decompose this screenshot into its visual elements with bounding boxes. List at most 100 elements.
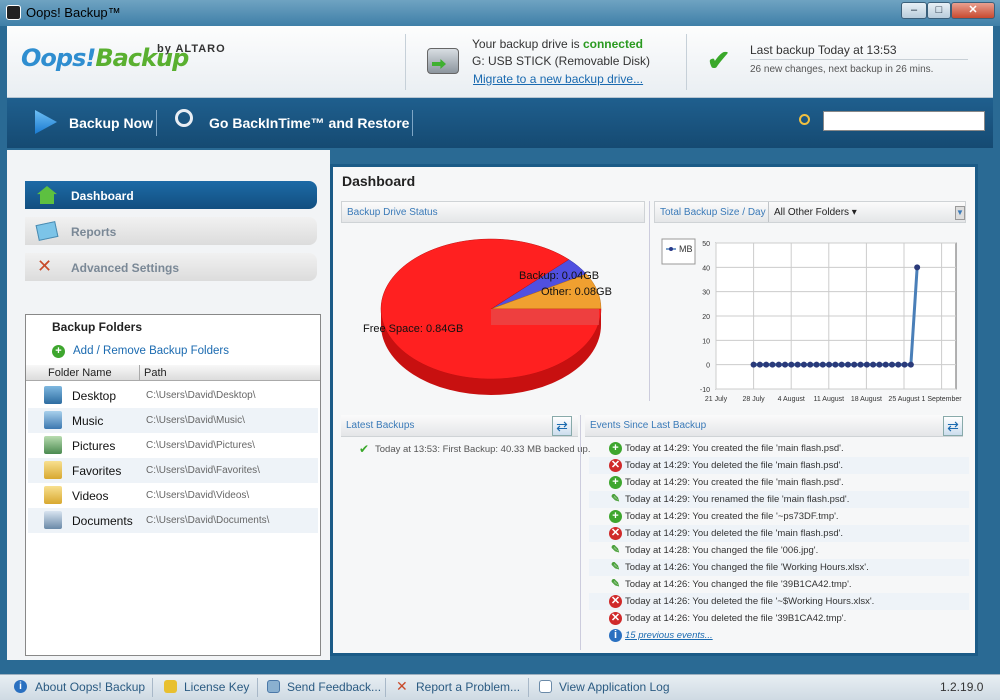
nav-label: Advanced Settings <box>71 261 180 275</box>
data-point <box>844 361 851 368</box>
desktop-folder-icon <box>44 386 62 404</box>
y-tick-label: 40 <box>702 265 710 272</box>
refresh-events-icon[interactable]: ⇄ <box>943 416 963 436</box>
event-text: Today at 14:29: You created the file 'ma… <box>625 443 844 454</box>
folder-row[interactable]: Documents C:\Users\David\Documents\ <box>28 508 318 533</box>
header-divider <box>686 34 687 90</box>
folder-row[interactable]: Desktop C:\Users\David\Desktop\ <box>28 383 318 408</box>
header-divider <box>405 34 406 90</box>
x-tick-label: 25 August <box>888 396 919 403</box>
data-point <box>895 361 902 368</box>
nav-advanced-settings[interactable]: ✕ Advanced Settings <box>25 253 317 281</box>
events-header: Events Since Last Backup <box>585 415 963 437</box>
nav-reports[interactable]: Reports <box>25 217 317 245</box>
data-point <box>832 361 839 368</box>
event-text: Today at 14:26: You changed the file 'Wo… <box>625 562 869 573</box>
nav-dashboard[interactable]: Dashboard <box>25 181 317 209</box>
data-point <box>882 361 889 368</box>
logo-by-altaro: by ALTARO <box>157 43 226 55</box>
legend-label: MB <box>679 244 693 254</box>
left-pane: Dashboard Reports ✕ Advanced Settings Ba… <box>7 150 330 660</box>
col-folder-name[interactable]: Folder Name <box>48 367 112 379</box>
maximize-button[interactable]: □ <box>927 2 951 19</box>
about-link[interactable]: About Oops! Backup <box>35 680 145 694</box>
delete-icon: ✕ <box>609 612 622 625</box>
dashboard-title: Dashboard <box>342 173 416 189</box>
folder-name: Favorites <box>72 464 122 478</box>
minimize-button[interactable]: – <box>901 2 927 19</box>
checkmark-icon: ✔ <box>359 442 370 456</box>
folder-list-header: Folder Name Path <box>26 365 320 381</box>
data-point <box>876 361 883 368</box>
size-per-day-title: Total Backup Size / Day <box>660 207 766 218</box>
view-log-link[interactable]: View Application Log <box>559 680 670 694</box>
data-point <box>901 361 908 368</box>
tools-icon: ✕ <box>37 256 53 276</box>
event-row: + Today at 14:29: You created the file 'm… <box>589 474 969 491</box>
send-feedback-link[interactable]: Send Feedback... <box>287 680 381 694</box>
data-point <box>888 361 895 368</box>
window-title: Oops! Backup™ <box>26 5 121 20</box>
y-tick-label: 50 <box>702 241 710 248</box>
license-key-link[interactable]: License Key <box>184 680 249 694</box>
x-tick-label: 28 July <box>743 396 766 403</box>
folder-row[interactable]: Videos C:\Users\David\Videos\ <box>28 483 318 508</box>
report-problem-link[interactable]: Report a Problem... <box>416 680 520 694</box>
add-remove-folders-link[interactable]: Add / Remove Backup Folders <box>73 345 229 357</box>
close-button[interactable]: ✕ <box>951 2 995 19</box>
event-text: Today at 14:29: You renamed the file 'ma… <box>625 494 850 505</box>
data-point <box>838 361 845 368</box>
backup-folders-panel: Backup Folders + Add / Remove Backup Fol… <box>25 314 321 656</box>
data-point <box>763 361 770 368</box>
previous-events-link[interactable]: 15 previous events... <box>625 630 713 641</box>
backup-size-line-chart: MB -10 0 10 20 30 40 50 21 July 28 July 4 August 1… <box>661 238 962 403</box>
reports-icon <box>35 221 59 241</box>
x-tick-label: 21 July <box>705 396 728 403</box>
folder-path: C:\Users\David\Desktop\ <box>146 390 256 401</box>
pencil-icon: ✎ <box>610 493 621 505</box>
backintime-button[interactable]: Go BackInTime™ and Restore <box>209 115 409 131</box>
y-tick-label: 20 <box>702 314 710 321</box>
col-path[interactable]: Path <box>144 367 167 379</box>
pie-wedge-edge <box>491 309 599 325</box>
scroll-down-icon[interactable]: ▼ <box>955 206 965 220</box>
backup-now-button[interactable]: Backup Now <box>69 115 153 131</box>
event-row: ✕ Today at 14:26: You deleted the file '3… <box>589 610 969 627</box>
x-tick-label: 11 August <box>813 396 844 403</box>
refresh-latest-icon[interactable]: ⇄ <box>552 416 572 436</box>
feedback-icon <box>267 680 280 693</box>
divider <box>385 678 386 697</box>
folder-row[interactable]: Favorites C:\Users\David\Favorites\ <box>28 458 318 483</box>
event-text: Today at 14:29: You created the file '~p… <box>625 511 839 522</box>
event-row: ✎ Today at 14:29: You renamed the file 'm… <box>589 491 969 508</box>
dashboard-panel: Dashboard Backup Drive Status Free Space… <box>330 164 978 656</box>
documents-folder-icon <box>44 511 62 529</box>
data-point <box>819 361 826 368</box>
pie-label-free: Free Space: 0.84GB <box>363 323 463 335</box>
add-icon: + <box>609 476 622 489</box>
toolbar-divider <box>412 110 413 136</box>
folder-path: C:\Users\David\Pictures\ <box>146 440 255 451</box>
folder-filter-dropdown[interactable]: All Other Folders ▾ <box>774 207 857 218</box>
event-text: Today at 14:29: You deleted the file 'ma… <box>625 460 844 471</box>
migrate-drive-link[interactable]: Migrate to a new backup drive... <box>473 72 643 86</box>
data-point <box>782 361 789 368</box>
drive-status-prefix: Your backup drive is <box>472 37 580 51</box>
music-folder-icon <box>44 411 62 429</box>
event-text: Today at 14:26: You deleted the file '~$… <box>625 596 875 607</box>
folder-path: C:\Users\David\Videos\ <box>146 490 250 501</box>
folder-row[interactable]: Music C:\Users\David\Music\ <box>28 408 318 433</box>
data-point <box>794 361 801 368</box>
videos-folder-icon <box>44 486 62 504</box>
search-input[interactable] <box>823 111 985 131</box>
home-icon <box>37 186 57 204</box>
magnifier-icon <box>175 109 193 127</box>
folder-name: Documents <box>72 514 133 528</box>
folder-row[interactable]: Pictures C:\Users\David\Pictures\ <box>28 433 318 458</box>
folder-name: Videos <box>72 489 109 503</box>
events-list: + Today at 14:29: You created the file 'm… <box>585 440 969 650</box>
event-row: ✎ Today at 14:26: You changed the file 'W… <box>589 559 969 576</box>
add-icon: + <box>52 345 65 358</box>
main-toolbar: Backup Now Go BackInTime™ and Restore <box>7 98 993 148</box>
pencil-icon: ✎ <box>610 561 621 573</box>
